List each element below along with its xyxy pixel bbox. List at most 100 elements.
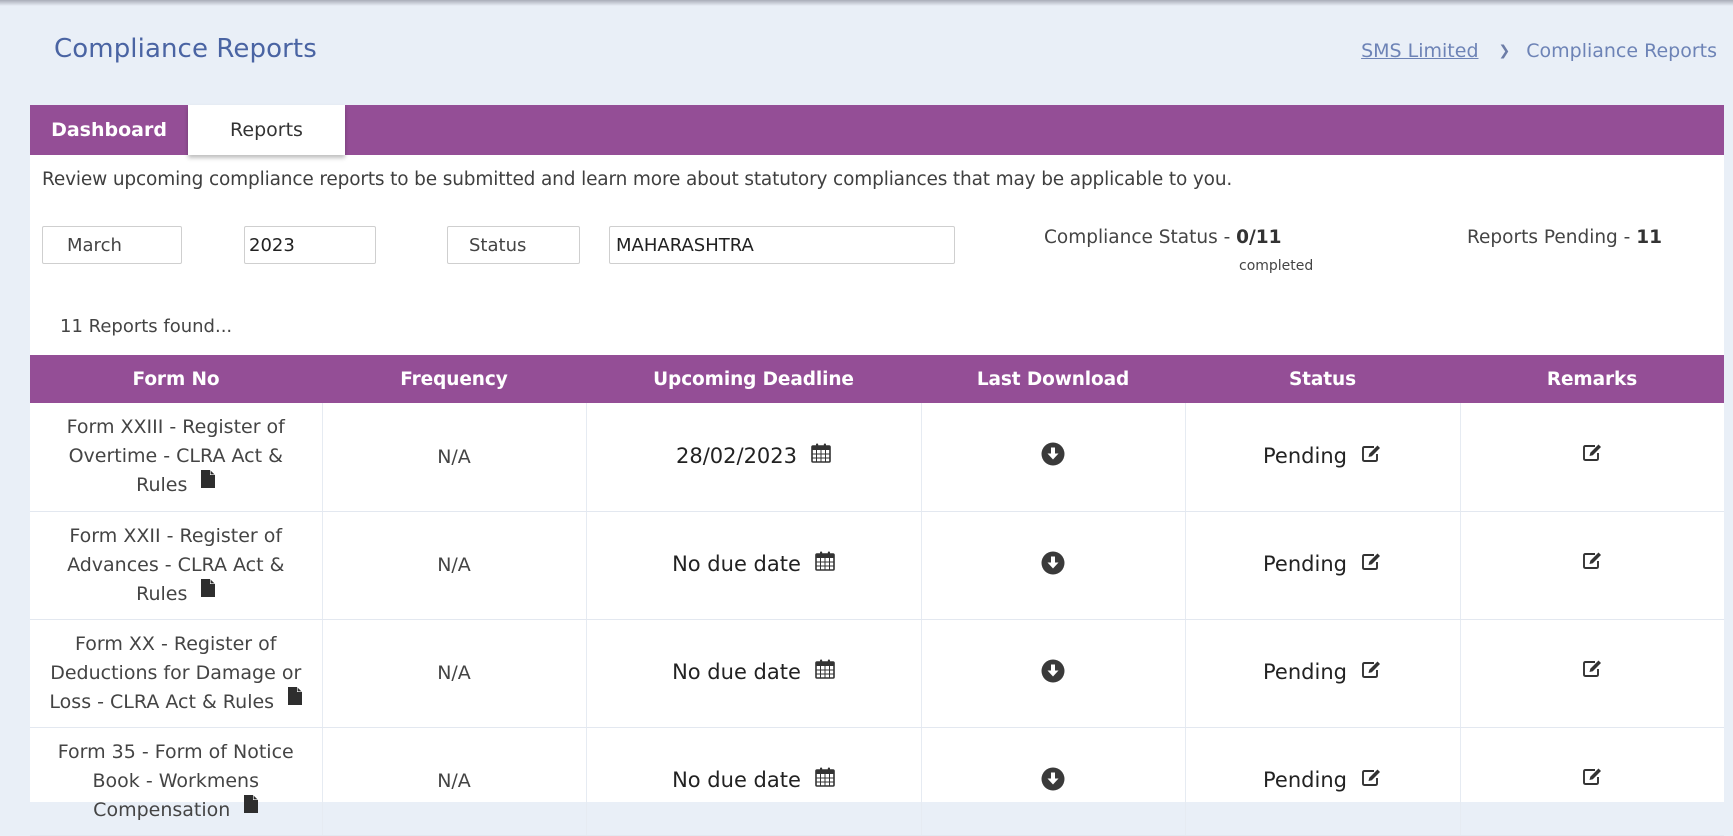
status-cell: Pending [1185,511,1461,620]
deadline-cell: 28/02/2023 [586,403,922,512]
frequency-cell: N/A [322,511,587,620]
frequency-cell: N/A [322,619,587,728]
frequency-value: N/A [437,770,471,792]
remarks-edit-icon[interactable] [1582,551,1603,575]
edit-icon[interactable] [1361,552,1382,576]
remarks-edit-icon[interactable] [1582,443,1603,467]
status-value: Pending [1263,660,1347,685]
tab-reports[interactable]: Reports [188,105,345,155]
page-header: Compliance Reports SMS Limited ❯ Complia… [0,0,1733,105]
deadline-cell: No due date [586,511,922,620]
compliance-status-value: 0/11 [1236,227,1282,248]
breadcrumb-link-sms-limited[interactable]: SMS Limited [1361,40,1478,62]
form-name: Form 35 - Form of Notice Book - Workmens… [57,740,294,821]
calendar-icon[interactable] [811,443,831,468]
results-count: 11 Reports found... [60,316,233,337]
intro-text: Review upcoming compliance reports to be… [42,169,1233,190]
deadline-cell: No due date [586,619,922,728]
reports-pending-value: 11 [1636,227,1662,248]
tab-bar: Dashboard Reports [30,105,1724,155]
calendar-icon[interactable] [815,659,835,684]
reports-card: Dashboard Reports Review upcoming compli… [30,105,1724,836]
frequency-value: N/A [437,662,471,684]
column-header-form-no: Form No [30,355,322,403]
table-header-row: Form No Frequency Upcoming Deadline Last… [30,355,1724,403]
remarks-cell [1460,727,1724,836]
last-download-cell [921,511,1186,620]
breadcrumb: SMS Limited ❯ Compliance Reports [1361,40,1717,62]
table-body: Form XXIII - Register of Overtime - CLRA… [30,403,1724,836]
download-circle-icon[interactable] [1041,442,1065,471]
month-value: March [67,234,122,256]
state-select[interactable]: MAHARASHTRA [609,226,955,264]
column-header-last-download: Last Download [921,355,1185,403]
form-no-cell: Form 35 - Form of Notice Book - Workmens… [30,727,323,836]
frequency-cell: N/A [322,403,587,512]
remarks-cell [1460,403,1724,512]
chevron-right-icon: ❯ [1498,43,1511,59]
calendar-icon[interactable] [815,551,835,576]
column-header-remarks: Remarks [1460,355,1724,403]
page-title: Compliance Reports [54,34,317,64]
column-header-frequency: Frequency [322,355,586,403]
table-row: Form XXII - Register of Advances - CLRA … [30,511,1724,620]
download-circle-icon[interactable] [1041,551,1065,580]
frequency-value: N/A [437,445,471,468]
breadcrumb-current: Compliance Reports [1526,40,1717,62]
table-row: Form XXIII - Register of Overtime - CLRA… [30,403,1724,512]
column-header-upcoming-deadline: Upcoming Deadline [586,355,921,403]
compliance-status-label: Compliance Status - [1044,227,1237,248]
table-row: Form XX - Register of Deductions for Dam… [30,619,1724,728]
deadline-value: 28/02/2023 [675,443,798,468]
table-row: Form 35 - Form of Notice Book - Workmens… [30,727,1724,836]
year-input[interactable]: 2023 [244,226,376,264]
edit-icon[interactable] [1361,660,1382,684]
file-icon[interactable] [244,793,259,822]
tab-dashboard[interactable]: Dashboard [30,105,188,155]
file-icon[interactable] [201,577,216,606]
calendar-icon[interactable] [815,767,835,792]
edit-icon[interactable] [1361,444,1382,468]
deadline-cell: No due date [586,727,922,836]
frequency-cell: N/A [322,727,587,836]
remarks-cell [1460,619,1724,728]
form-no-cell: Form XX - Register of Deductions for Dam… [30,619,323,728]
status-select[interactable]: Status [447,226,580,264]
remarks-edit-icon[interactable] [1582,767,1603,791]
form-name: Form XXIII - Register of Overtime - CLRA… [66,416,285,497]
month-select[interactable]: March [42,226,182,264]
status-value: Pending [1263,444,1347,468]
frequency-value: N/A [437,554,471,576]
status-value: Pending [1263,768,1347,793]
form-no-cell: Form XXII - Register of Advances - CLRA … [30,511,323,620]
edit-icon[interactable] [1361,768,1382,792]
status-value: Pending [1263,552,1347,577]
reports-pending: Reports Pending - 11 [1467,227,1662,248]
form-no-cell: Form XXIII - Register of Overtime - CLRA… [30,403,323,512]
state-value: MAHARASHTRA [616,234,754,256]
status-cell: Pending [1185,727,1461,836]
deadline-value: No due date [672,768,801,792]
download-circle-icon[interactable] [1041,659,1065,688]
column-header-status: Status [1185,355,1460,403]
form-name: Form XX - Register of Deductions for Dam… [49,632,302,713]
status-cell: Pending [1185,403,1461,512]
reports-pending-label: Reports Pending - [1467,227,1637,248]
last-download-cell [921,403,1186,512]
remarks-cell [1460,511,1724,620]
last-download-cell [921,619,1186,728]
year-value: 2023 [249,234,295,256]
form-name: Form XXII - Register of Advances - CLRA … [67,524,285,605]
last-download-cell [921,727,1186,836]
compliance-status-sub: completed [1239,258,1314,274]
remarks-edit-icon[interactable] [1582,659,1603,683]
file-icon[interactable] [288,685,303,714]
status-cell: Pending [1185,619,1461,728]
download-circle-icon[interactable] [1041,767,1065,796]
compliance-status: Compliance Status - 0/11 [1044,227,1282,248]
reports-table: Form No Frequency Upcoming Deadline Last… [30,355,1724,836]
deadline-value: No due date [672,660,801,684]
deadline-value: No due date [672,552,801,576]
file-icon[interactable] [201,468,216,497]
status-value: Status [469,234,527,256]
